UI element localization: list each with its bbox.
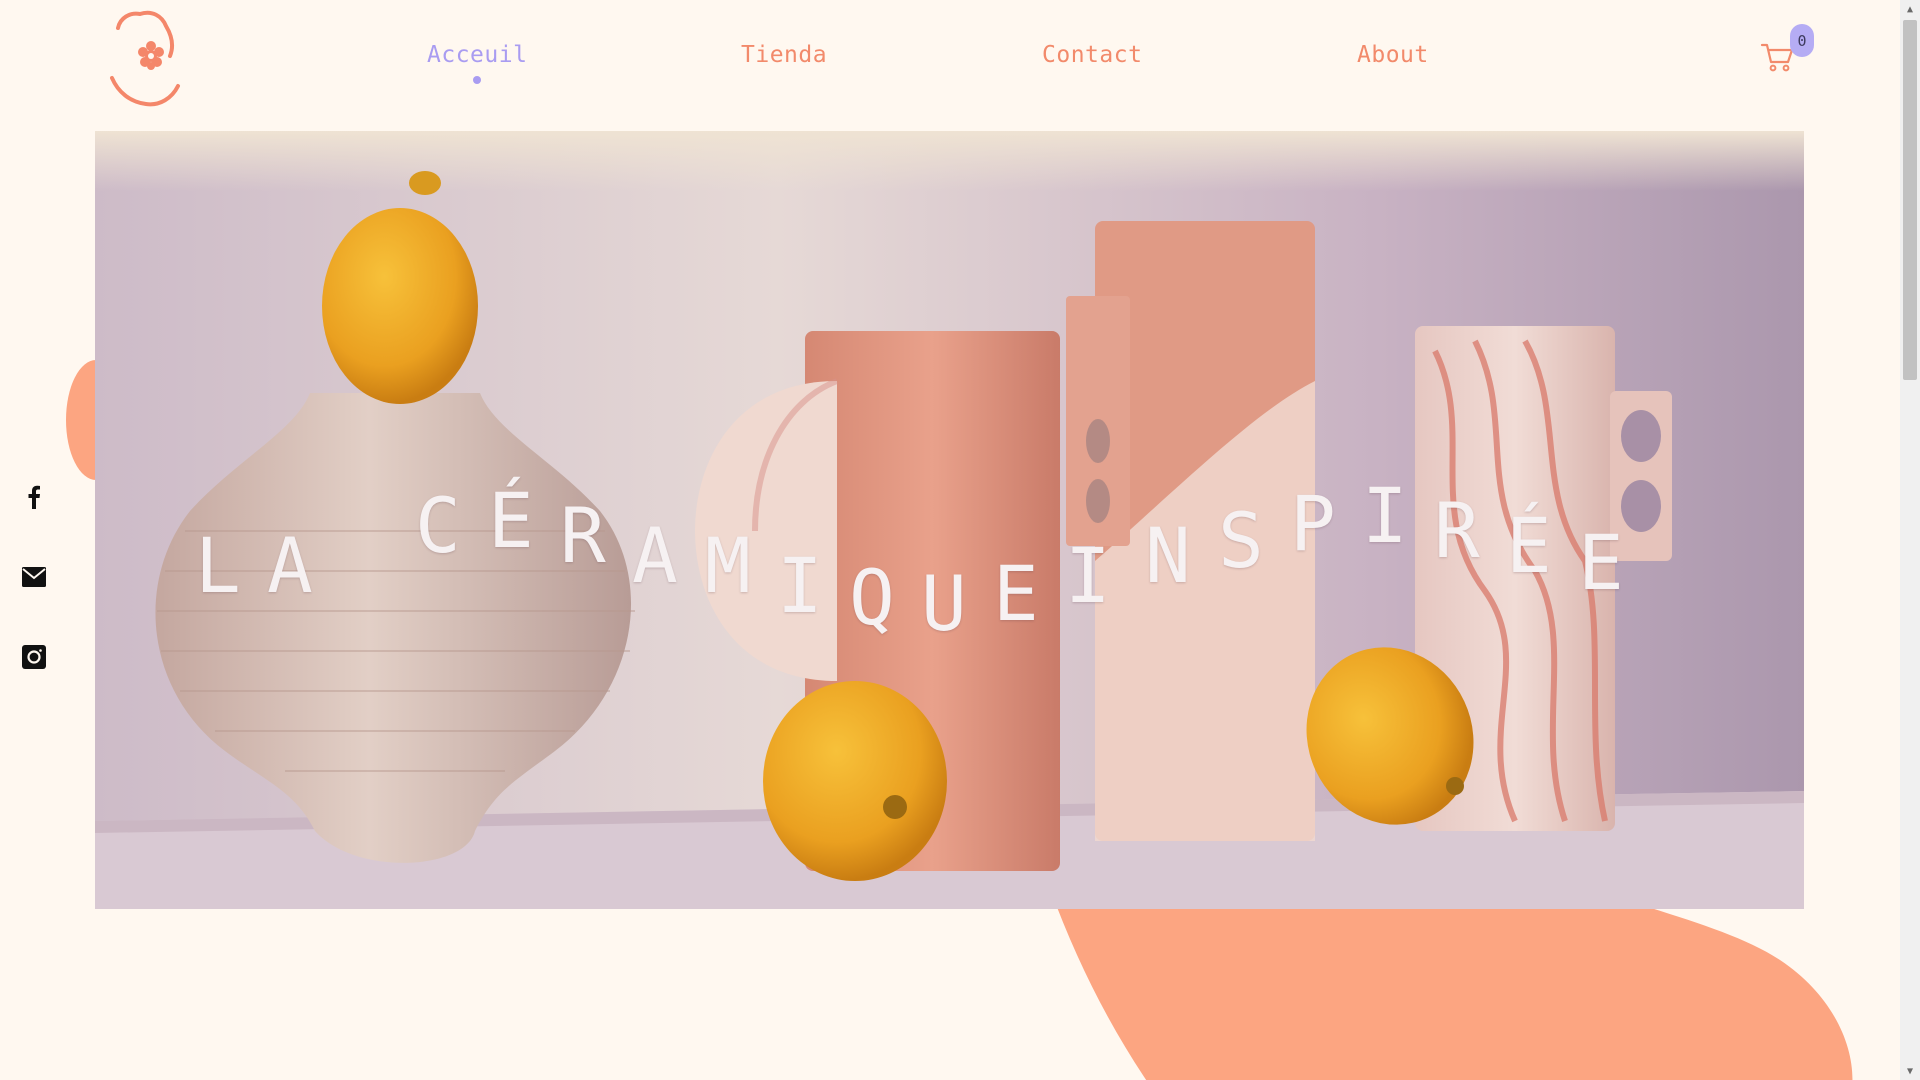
nav-link-acceuil[interactable]: Acceuil [427,42,528,84]
facebook-link[interactable] [20,483,48,511]
logo-mark [110,10,180,107]
active-indicator-dot [473,76,482,84]
mail-icon [22,567,46,587]
nav-label: Contact [1042,42,1143,68]
scrollbar-thumb[interactable] [1903,20,1917,380]
nav-label: Acceuil [427,42,528,68]
nav-link-tienda[interactable]: Tienda [741,42,827,68]
cart-count-badge: 0 [1790,24,1814,57]
vertical-scrollbar[interactable]: ▲ ▼ [1900,0,1920,1080]
hero-image [95,131,1804,909]
nav-label: About [1357,42,1429,68]
nav-link-about[interactable]: About [1357,42,1429,68]
page: Acceuil Tienda Contact About 0 L A C É R… [0,0,1920,1080]
scroll-down-arrow-icon[interactable]: ▼ [1900,1062,1920,1080]
site-header: Acceuil Tienda Contact About 0 [0,0,1900,115]
hero-banner: LACÉRAMIQUEINSPIRÉE [95,131,1804,909]
email-link[interactable] [20,563,48,591]
facebook-icon [28,485,40,509]
nav-link-contact[interactable]: Contact [1042,42,1142,68]
brand-logo[interactable] [100,0,196,115]
instagram-link[interactable] [20,643,48,671]
instagram-icon [22,645,46,669]
scroll-up-arrow-icon[interactable]: ▲ [1900,0,1920,18]
nav-label: Tienda [741,42,828,68]
